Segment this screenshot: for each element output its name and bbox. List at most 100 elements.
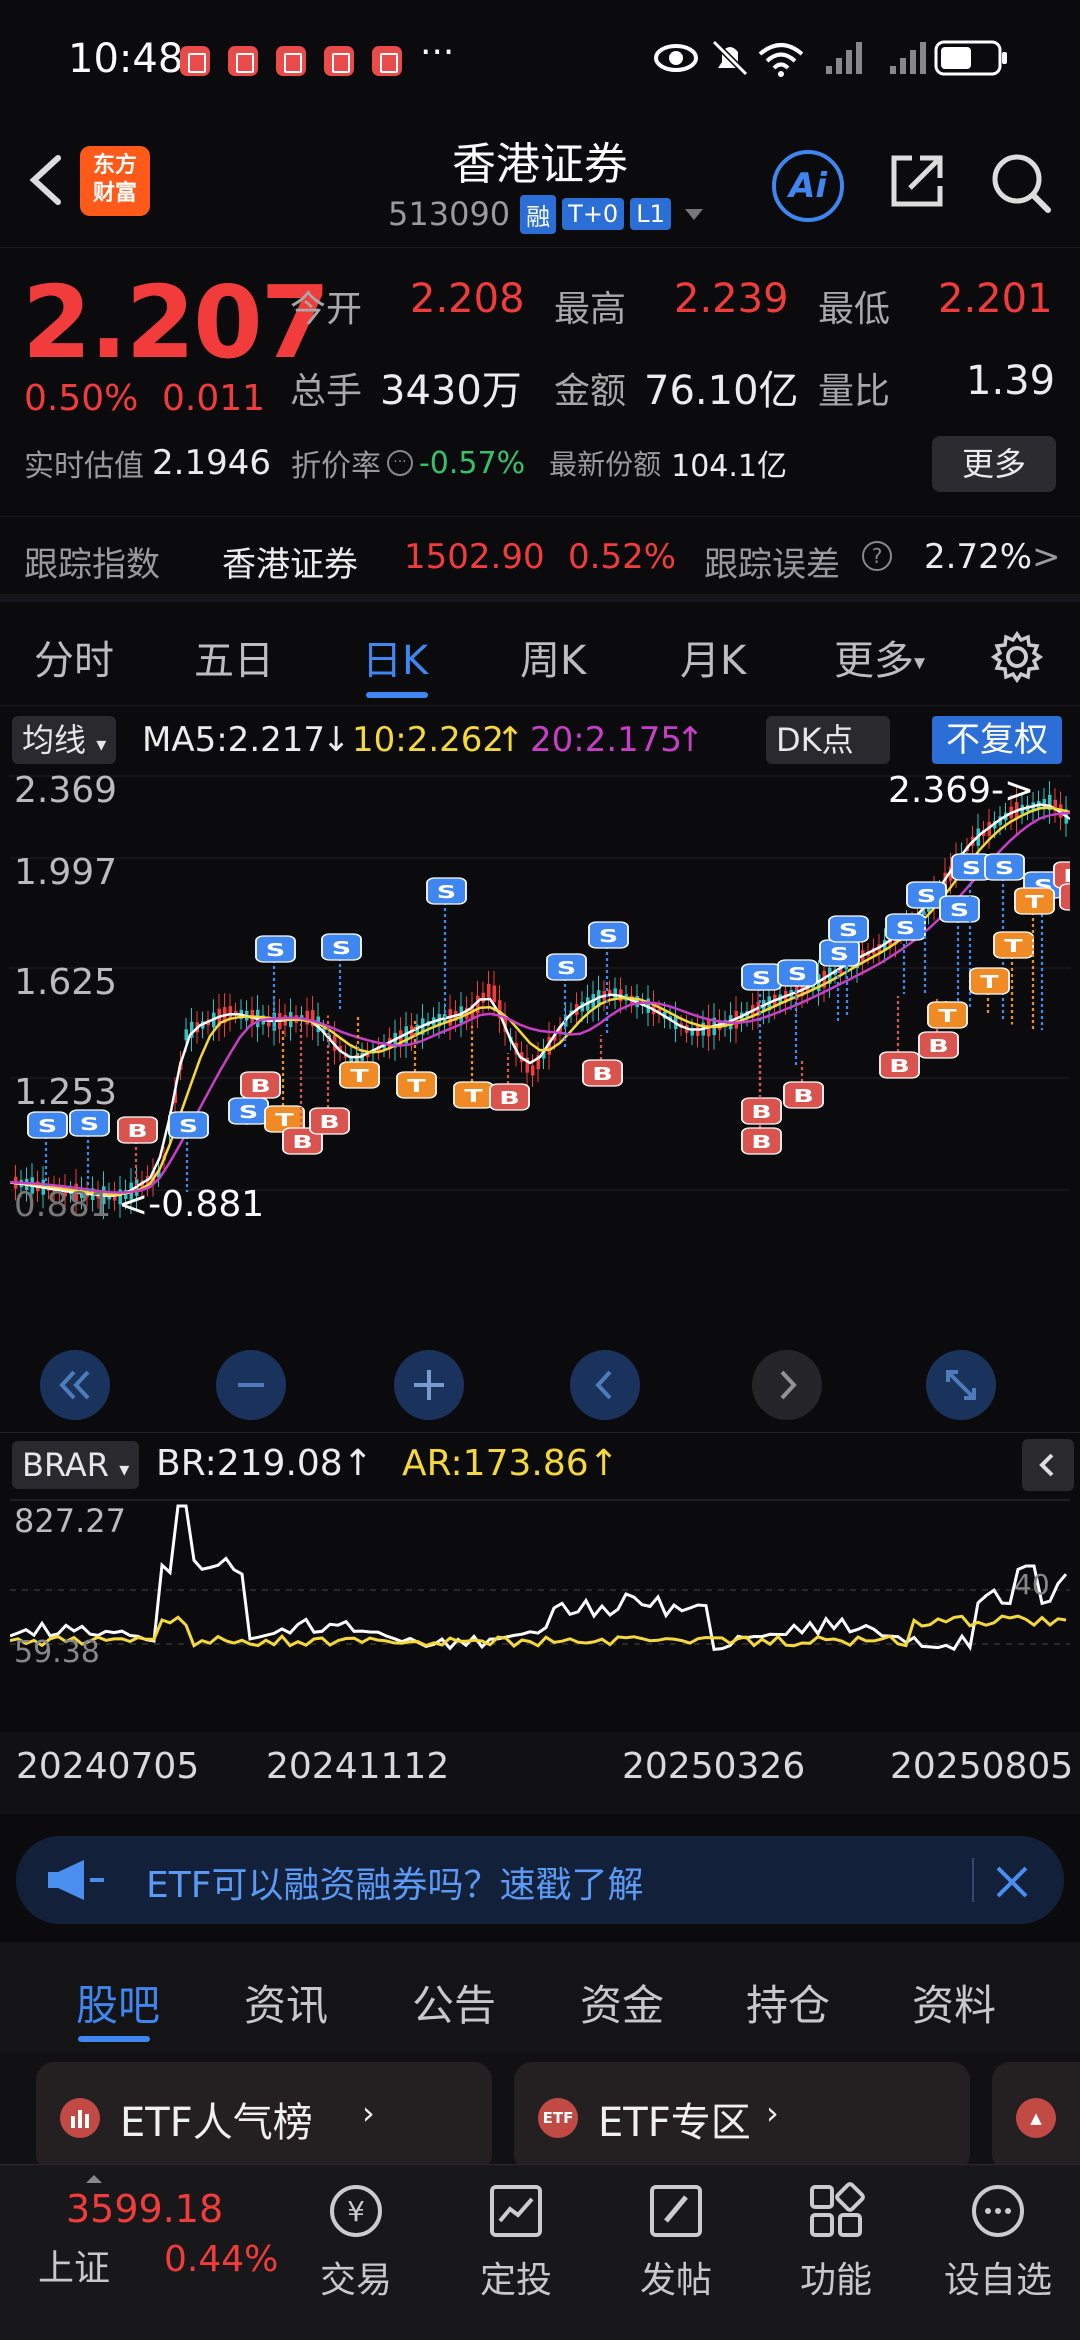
search-icon[interactable] [988,150,1054,216]
signal-icon [812,40,862,76]
date-label-2: 20241112 [266,1746,449,1787]
zoom-in-button[interactable] [216,1350,286,1420]
adjust-button[interactable]: 不复权 [932,716,1062,764]
battery-icon [934,40,1010,76]
ratio-label: 量比 [818,362,890,414]
svg-text:B: B [793,1086,814,1106]
tag-margin: 融 [520,195,556,234]
card-etf-popularity[interactable]: ETF人气榜 › [36,2062,492,2164]
chevron-down-icon [685,209,703,220]
share-icon[interactable] [886,150,948,212]
collapse-button[interactable] [1022,1439,1074,1491]
volume-value: 3430万 [380,358,522,416]
chevron-right-icon: › [766,2094,779,2132]
gear-icon[interactable] [990,630,1044,684]
brar-selector[interactable]: BRAR ▾ [12,1441,139,1489]
estimate-value: 2.1946 [152,443,271,483]
close-icon[interactable] [992,1862,1032,1902]
tab-more[interactable]: 更多▾ [834,628,925,686]
scroll-left-button[interactable] [570,1350,640,1420]
nav-post[interactable]: 发帖 [616,2179,736,2303]
svg-text:S: S [437,882,456,902]
br-value: BR:219.08↑ [156,1443,373,1484]
plus-button[interactable] [394,1350,464,1420]
svg-text:S: S [239,1102,258,1122]
svg-text:B: B [499,1088,520,1108]
date-label-4: 20250805 [890,1746,1073,1787]
svg-text:¥: ¥ [347,2195,365,2228]
info-icon[interactable]: ··· [387,450,413,476]
indicator-selector[interactable]: 均线 ▾ [12,716,116,764]
tab-funds[interactable]: 资金 [580,1972,664,2033]
y-label-4: 1.253 [14,1072,117,1113]
svg-text:S: S [752,968,771,988]
eye-icon [654,40,698,76]
br-line [10,1506,1066,1649]
svg-text:S: S [788,964,807,984]
svg-text:B: B [292,1132,313,1152]
mute-bell-icon [710,38,750,78]
help-icon[interactable]: ? [862,541,892,571]
tab-news[interactable]: 资讯 [244,1972,328,2033]
tab-daily-k[interactable]: 日K [362,628,428,686]
ma20-up-arrow: ↑ [676,720,705,760]
quote-panel: 2.207 0.50% 0.011 今开 2.208 最高 2.239 最低 2… [0,250,1080,510]
dk-point-button[interactable]: DK点 [766,716,890,764]
fullscreen-button[interactable] [926,1350,996,1420]
svg-text:S: S [557,958,576,978]
zoom-out-left-button[interactable] [40,1350,110,1420]
tab-five-day[interactable]: 五日 [194,628,274,686]
tab-monthly-k[interactable]: 月K [680,628,746,686]
index-pct: 0.44% [164,2239,278,2280]
more-button[interactable]: 更多 [932,436,1056,492]
tracking-row[interactable]: 跟踪指数 香港证券 1502.90 0.52% 跟踪误差 ? 2.72% > [0,516,1080,602]
scroll-right-button[interactable] [752,1350,822,1420]
code-row[interactable]: 513090 融 T+0 L1 [388,194,703,234]
svg-text:S: S [917,886,936,906]
tab-intraday[interactable]: 分时 [34,628,114,686]
back-icon[interactable] [22,150,72,210]
tab-announcements[interactable]: 公告 [412,1972,496,2033]
kline-chart[interactable]: SSBSSBTBSSBTTSTBSSBSSBBBSSBSSBTSSSTTSTBB… [10,772,1070,1432]
high-value: 2.239 [674,276,789,322]
card-education[interactable]: ▲ [992,2062,1080,2164]
nav-functions[interactable]: 功能 [776,2179,896,2303]
ai-button[interactable]: Ai [772,150,844,222]
tab-weekly-k[interactable]: 周K [520,628,586,686]
status-bar: 10:48 ··· [0,0,1080,120]
ma10-value: 10:2.262 [352,720,504,760]
svg-text:B: B [1069,888,1070,908]
signal-icon [876,40,926,76]
svg-text:B: B [319,1112,340,1132]
nav-trade[interactable]: ¥ 交易 [296,2179,416,2303]
amount-label: 金额 [554,362,626,414]
feature-cards: ETF人气榜 › ETF ETF专区 › ▲ [0,2052,1080,2164]
min-price-note: <-0.881 [118,1184,264,1225]
megaphone-icon [44,1858,108,1902]
svg-text:S: S [332,938,351,958]
double-chevron-left-icon [40,1350,110,1420]
etf-icon: ETF [538,2098,578,2138]
nav-invest[interactable]: 定投 [456,2179,576,2303]
index-name: 上证 [38,2239,110,2291]
svg-text:B: B [751,1132,772,1152]
tag-t0: T+0 [562,198,624,230]
last-price: 2.207 [22,264,328,381]
change-amount: 0.011 [162,378,265,419]
date-axis: 20240705 20241112 20250326 20250805 [0,1732,1080,1814]
tab-guba[interactable]: 股吧 [76,1972,160,2033]
svg-text:S: S [962,858,981,878]
promo-banner[interactable]: ETF可以融资融券吗？速戳了解 [16,1836,1064,1924]
y-label-bottom: 0.881 [14,1185,111,1225]
status-time: 10:48 [68,36,183,82]
change-percent: 0.50% [24,378,138,419]
svg-text:T: T [980,972,999,992]
low-label: 最低 [818,280,890,332]
open-label: 今开 [290,280,362,332]
card-etf-zone[interactable]: ETF ETF专区 › [514,2062,970,2164]
candles [14,781,1068,1219]
ma10-up-arrow: ↑ [496,720,525,760]
nav-watchlist[interactable]: 设自选 [938,2179,1058,2303]
tab-profile[interactable]: 资料 [912,1972,996,2033]
tab-holdings[interactable]: 持仓 [746,1972,830,2033]
